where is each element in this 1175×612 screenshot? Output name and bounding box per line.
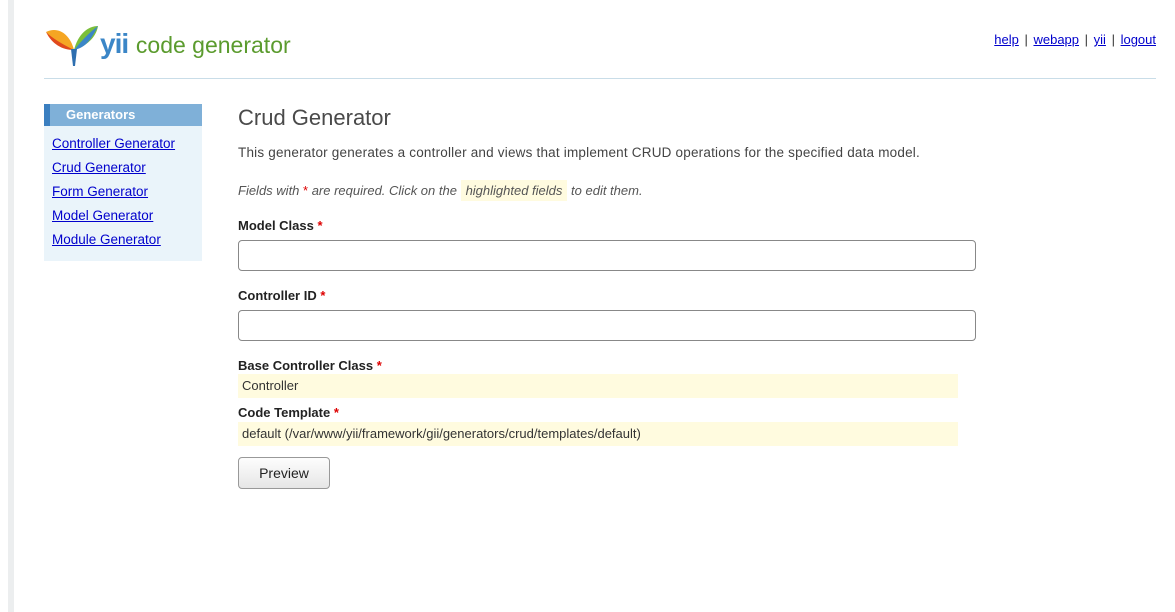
required-fields-note: Fields with * are required. Click on the… xyxy=(238,180,978,202)
page-title: Crud Generator xyxy=(238,105,391,130)
crud-generator-link[interactable]: Crud Generator xyxy=(52,160,146,175)
generator-list: Controller Generator Crud Generator Form… xyxy=(44,132,202,252)
left-edge-rule xyxy=(8,0,14,612)
controller-generator-link[interactable]: Controller Generator xyxy=(52,136,175,151)
generator-description: This generator generates a controller an… xyxy=(238,145,920,160)
base-controller-class-field[interactable]: Controller xyxy=(238,374,958,398)
link-separator: | xyxy=(1111,32,1115,47)
logout-link[interactable]: logout xyxy=(1121,32,1156,47)
header: yii code generator help | webapp | yii |… xyxy=(44,14,1156,79)
model-class-label: Model Class * xyxy=(238,218,323,233)
crud-form: Model Class * Controller ID * Base Contr… xyxy=(238,202,978,502)
yii-logo-icon xyxy=(46,26,98,66)
yii-link[interactable]: yii xyxy=(1094,32,1106,47)
sidebar-item-module-generator: Module Generator xyxy=(52,228,202,252)
note-middle: are required. Click on the xyxy=(308,183,461,198)
controller-id-input[interactable] xyxy=(238,310,976,341)
help-link[interactable]: help xyxy=(994,32,1019,47)
highlighted-fields-sample: highlighted fields xyxy=(460,180,568,201)
link-separator: | xyxy=(1084,32,1089,47)
sidebar-item-model-generator: Model Generator xyxy=(52,204,202,228)
code-template-field[interactable]: default (/var/www/yii/framework/gii/gene… xyxy=(238,422,958,446)
logo-text: yii code generator xyxy=(100,26,291,63)
main-content: Crud Generator This generator generates … xyxy=(238,104,978,502)
sidebar-item-crud-generator: Crud Generator xyxy=(52,156,202,180)
note-prefix: Fields with xyxy=(238,183,304,198)
sidebar-item-form-generator: Form Generator xyxy=(52,180,202,204)
sidebar-item-controller-generator: Controller Generator xyxy=(52,132,202,156)
note-suffix: to edit them. xyxy=(567,183,643,198)
form-generator-link[interactable]: Form Generator xyxy=(52,184,148,199)
model-generator-link[interactable]: Model Generator xyxy=(52,208,153,223)
sidebar-title: Generators xyxy=(44,104,202,126)
link-separator: | xyxy=(1024,32,1028,47)
logo-brand: yii xyxy=(100,28,129,59)
logo-subtitle: code generator xyxy=(135,32,291,58)
preview-button[interactable]: Preview xyxy=(238,457,330,489)
module-generator-link[interactable]: Module Generator xyxy=(52,232,161,247)
top-nav: help | webapp | yii | logout xyxy=(994,32,1156,47)
generators-sidebar: Generators Controller Generator Crud Gen… xyxy=(44,104,202,261)
base-controller-class-label: Base Controller Class * xyxy=(238,358,382,373)
model-class-input[interactable] xyxy=(238,240,976,271)
controller-id-label: Controller ID * xyxy=(238,288,326,303)
webapp-link[interactable]: webapp xyxy=(1033,32,1079,47)
code-template-label: Code Template * xyxy=(238,405,339,420)
